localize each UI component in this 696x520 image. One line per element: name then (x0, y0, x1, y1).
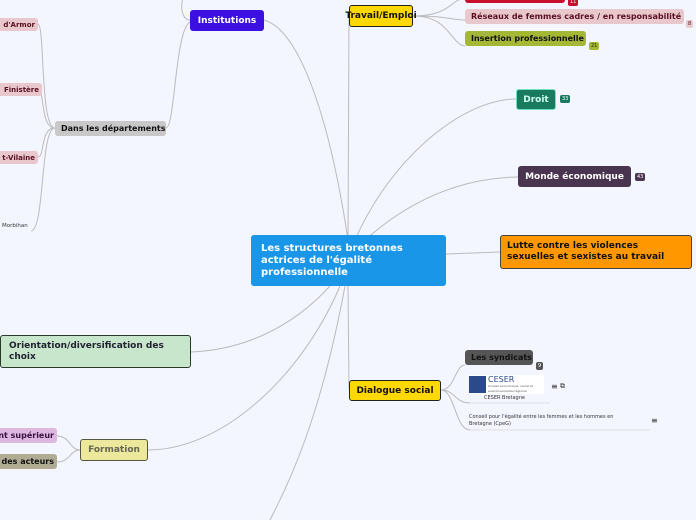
logo-title: CESER (488, 375, 515, 384)
label: Travail/Emploi (345, 11, 417, 21)
node-dept-finistere[interactable]: Finistère (0, 83, 42, 96)
node-dialogue-social[interactable]: Dialogue social (349, 380, 441, 401)
badge: 43 (635, 173, 646, 181)
cpeg-label[interactable]: Conseil pour l'égalité entre les femmes … (469, 414, 634, 428)
ceser-label[interactable]: CESER Bretagne (484, 394, 525, 402)
badge: 11 (568, 0, 579, 6)
label: Finistère (3, 85, 39, 94)
label: d'Armor (3, 20, 35, 29)
notes-icon[interactable]: ≡ (651, 417, 658, 425)
node-travail-top[interactable] (465, 0, 565, 3)
notes-icon[interactable]: ≡ (551, 383, 558, 391)
logo-subtitle: Conseil économique, social et environnem… (488, 384, 533, 393)
ceser-logo[interactable]: CESER Conseil économique, social et envir… (469, 375, 544, 394)
label: t-Vilaine (2, 153, 35, 162)
badge: 8 (686, 20, 694, 28)
label: Droit (523, 94, 549, 105)
label: des acteurs (1, 457, 55, 466)
badge: 21 (589, 42, 600, 50)
label: Les syndicats (471, 353, 532, 362)
node-syndicats[interactable]: Les syndicats (465, 350, 533, 365)
node-orientation[interactable]: Orientation/diversification des choix (0, 335, 191, 368)
node-departements[interactable]: Dans les départements (55, 121, 166, 136)
ceser-logo-mark (469, 376, 486, 393)
node-dept-morbihan[interactable]: Morbihan (2, 222, 28, 230)
node-dept-armor[interactable]: d'Armor (0, 18, 38, 31)
label: Dans les départements (61, 124, 166, 133)
node-insertion[interactable]: Insertion professionnelle (465, 31, 586, 46)
badge: 9 (536, 362, 544, 370)
label: Insertion professionnelle (471, 34, 584, 43)
node-droit[interactable]: Droit (516, 89, 556, 110)
node-dept-ille-vilaine[interactable]: t-Vilaine (0, 151, 38, 164)
node-travail-emploi[interactable]: Travail/Emploi (345, 5, 417, 27)
label: Réseaux de femmes cadres / en responsabi… (471, 12, 682, 21)
node-reseaux[interactable]: Réseaux de femmes cadres / en responsabi… (465, 9, 684, 24)
label: Dialogue social (356, 385, 434, 396)
label: Lutte contre les violences sexuelles et … (507, 241, 665, 262)
label: Formation (88, 445, 140, 455)
node-lutte-violences[interactable]: Lutte contre les violences sexuelles et … (500, 235, 692, 269)
node-formation[interactable]: Formation (80, 439, 148, 461)
node-enseignement-superieur[interactable]: nt supérieur (0, 428, 57, 443)
label: Institutions (197, 15, 257, 26)
label: Monde économique (525, 171, 624, 182)
node-acteurs[interactable]: des acteurs (0, 454, 57, 469)
node-institutions[interactable]: Institutions (190, 10, 264, 31)
central-topic[interactable]: Les structures bretonnes actrices de l'é… (251, 235, 446, 286)
label: nt supérieur (0, 431, 54, 440)
label: Orientation/diversification des choix (9, 340, 164, 362)
badge: 33 (560, 95, 571, 103)
external-link-icon[interactable]: ⧉ (560, 382, 565, 390)
node-monde-economique[interactable]: Monde économique (518, 166, 631, 187)
central-label: Les structures bretonnes actrices de l'é… (261, 242, 403, 278)
